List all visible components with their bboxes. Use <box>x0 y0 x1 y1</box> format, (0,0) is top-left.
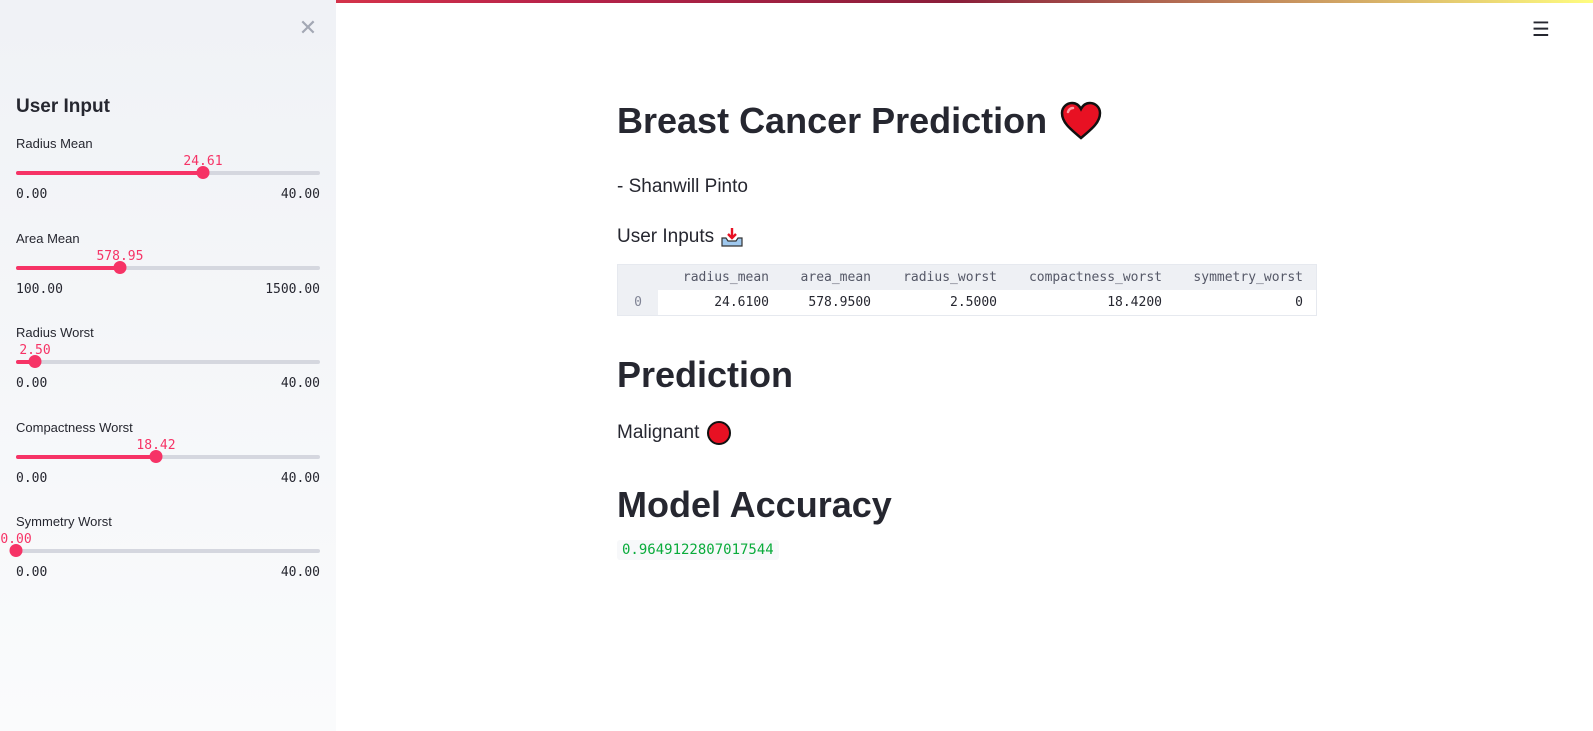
slider-max: 40.00 <box>280 187 320 202</box>
table-cell: 24.6100 <box>714 295 769 310</box>
table-cell: 578.9500 <box>808 295 871 310</box>
slider-min: 0.00 <box>16 187 48 202</box>
main-content: Breast Cancer Prediction - Shanwill Pint… <box>617 0 1337 731</box>
table-row: 0 24.6100 578.9500 2.5000 18.4200 0 <box>618 290 1316 315</box>
table-row-index: 0 <box>618 290 658 315</box>
table-column-header[interactable]: compactness_worst <box>1006 265 1171 290</box>
slider-track[interactable] <box>9 544 320 557</box>
red-circle-icon <box>707 421 732 445</box>
slider-area-mean: Area Mean 578.95 100.00 1500.00 <box>16 231 320 311</box>
slider-min: 0.00 <box>16 376 48 391</box>
slider-min: 0.00 <box>16 471 48 486</box>
slider-label: Compactness Worst <box>16 420 133 435</box>
slider-thumb[interactable] <box>113 261 127 274</box>
slider-track[interactable] <box>16 166 320 179</box>
table-column-header[interactable]: area_mean <box>778 265 880 290</box>
slider-radius-mean: Radius Mean 24.61 0.00 40.00 <box>16 136 320 216</box>
slider-label: Radius Mean <box>16 136 93 151</box>
slider-max: 1500.00 <box>265 282 320 297</box>
slider-max: 40.00 <box>280 376 320 391</box>
slider-track[interactable] <box>16 355 320 368</box>
slider-fill <box>16 171 203 175</box>
sidebar: ✕ User Input Radius Mean 24.61 0.00 40.0… <box>0 0 336 731</box>
author-line: - Shanwill Pinto <box>617 176 748 197</box>
heart-icon <box>1060 101 1102 140</box>
table-column-header[interactable]: radius_mean <box>658 265 778 290</box>
slider-label: Area Mean <box>16 231 80 246</box>
table-cell: 0 <box>1295 295 1303 310</box>
sidebar-title: User Input <box>16 96 110 117</box>
slider-thumb[interactable] <box>28 355 42 368</box>
prediction-heading: Prediction <box>617 354 794 395</box>
prediction-result: Malignant <box>617 421 732 445</box>
slider-label: Symmetry Worst <box>16 514 112 529</box>
user-inputs-heading: User Inputs <box>617 226 744 248</box>
slider-label: Radius Worst <box>16 325 94 340</box>
table-column-header[interactable]: symmetry_worst <box>1171 265 1312 290</box>
slider-track[interactable] <box>16 261 320 274</box>
slider-thumb[interactable] <box>149 450 163 463</box>
accuracy-heading: Model Accuracy <box>617 484 892 525</box>
slider-max: 40.00 <box>280 471 320 486</box>
inbox-tray-icon <box>721 228 743 247</box>
slider-thumb[interactable] <box>9 544 23 557</box>
table-cell: 2.5000 <box>950 295 997 310</box>
slider-compactness-worst: Compactness Worst 18.42 0.00 40.00 <box>16 420 320 500</box>
slider-max: 40.00 <box>280 565 320 580</box>
slider-symmetry-worst: Symmetry Worst 0.00 0.00 40.00 <box>0 514 320 594</box>
slider-fill <box>16 266 120 270</box>
user-inputs-heading-text: User Inputs <box>617 226 715 247</box>
slider-thumb[interactable] <box>196 166 210 179</box>
slider-min: 100.00 <box>16 282 63 297</box>
slider-track[interactable] <box>16 450 320 463</box>
slider-fill <box>16 455 156 459</box>
accuracy-value: 0.9649122807017544 <box>617 540 779 560</box>
table-header-row: radius_mean area_mean radius_worst compa… <box>618 265 1316 290</box>
prediction-result-text: Malignant <box>617 422 700 443</box>
hamburger-icon[interactable]: ☰ <box>1531 18 1551 40</box>
slider-min: 0.00 <box>16 565 48 580</box>
user-inputs-table[interactable]: radius_mean area_mean radius_worst compa… <box>617 264 1317 316</box>
table-cell: 18.4200 <box>1107 295 1162 310</box>
slider-radius-worst: Radius Worst 2.50 0.00 40.00 <box>16 325 320 405</box>
table-column-header[interactable]: radius_worst <box>880 265 1006 290</box>
table-index-header <box>618 265 658 290</box>
page-title: Breast Cancer Prediction <box>617 100 1103 142</box>
close-icon[interactable]: ✕ <box>298 18 318 40</box>
page-title-text: Breast Cancer Prediction <box>617 100 1048 141</box>
